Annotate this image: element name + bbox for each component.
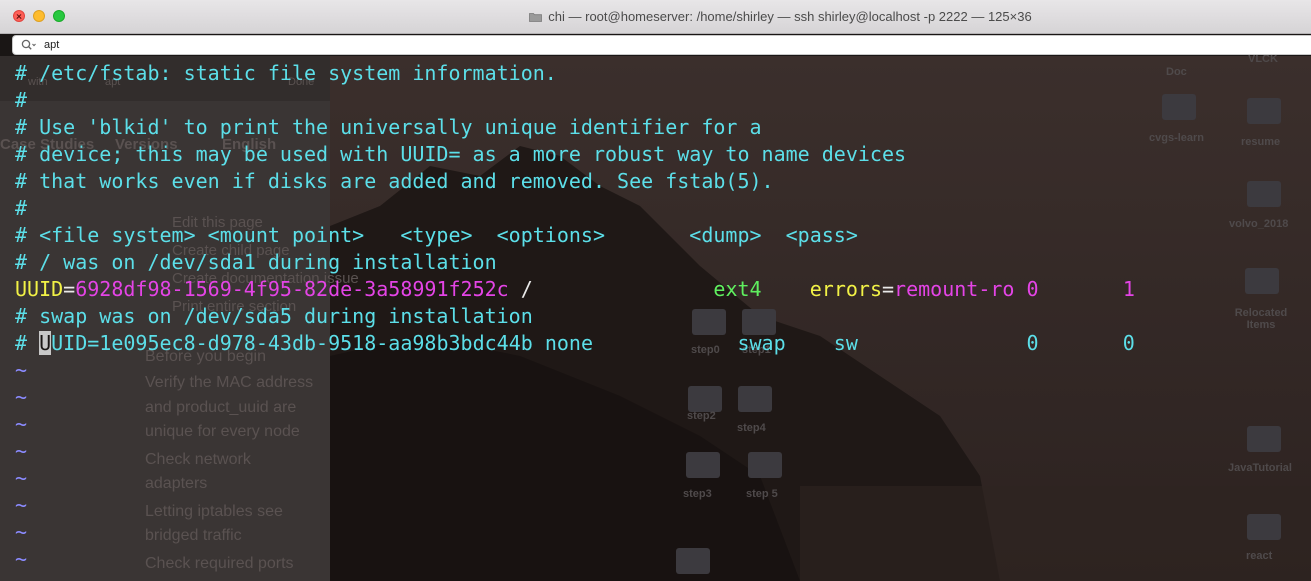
equals-sign: =	[63, 277, 76, 301]
mount-point: /	[508, 277, 714, 301]
terminal-line: # that works even if disks are added and…	[15, 169, 774, 193]
text-cursor: U	[39, 331, 52, 355]
swap-entry-text: UID=1e095ec8-d978-43db-9518-aa98b3bdc44b…	[51, 331, 1135, 355]
folder-icon	[1247, 426, 1281, 452]
empty-line-tilde: ~	[15, 439, 28, 463]
empty-line-tilde: ~	[15, 520, 28, 544]
folder-icon	[1247, 98, 1281, 124]
terminal-line: # Use 'blkid' to print the universally u…	[15, 115, 762, 139]
option-key: errors	[809, 277, 882, 301]
dump-value: 0	[1014, 277, 1039, 301]
title-bar[interactable]: chi — root@homeserver: /home/shirley — s…	[0, 0, 1311, 34]
window-title: chi — root@homeserver: /home/shirley — s…	[548, 9, 1032, 24]
desktop-icon-label: volvo_2018	[1229, 218, 1289, 230]
terminal-line: # swap was on /dev/sda5 during installat…	[15, 304, 533, 328]
search-input[interactable]	[44, 37, 644, 53]
empty-line-tilde: ~	[15, 412, 28, 436]
desktop-icon-label: cvgs-learn	[1149, 132, 1205, 144]
uuid-key: UUID	[15, 277, 64, 301]
pass-value: 1	[1038, 277, 1135, 301]
folder-icon	[1162, 94, 1196, 120]
terminal-line: # device; this may be used with UUID= as…	[15, 142, 907, 166]
terminal-line: #	[15, 88, 28, 112]
empty-line-tilde: ~	[15, 385, 28, 409]
terminal-window: with apt Done Case Studies Versions Engl…	[0, 0, 1311, 581]
uuid-value: 6928df98-1569-4f95-82de-3a58991f252c	[75, 277, 509, 301]
desktop-icon-label: JavaTutorial	[1228, 462, 1292, 474]
fstab-root-entry: UUID=6928df98-1569-4f95-82de-3a58991f252…	[15, 276, 1135, 303]
equals-sign: =	[882, 277, 895, 301]
terminal-line: # <file system> <mount point> <type> <op…	[15, 223, 858, 247]
empty-line-tilde: ~	[15, 547, 28, 571]
empty-line-tilde: ~	[15, 358, 28, 382]
desktop-icon-label: Relocated Items	[1234, 307, 1288, 331]
desktop-icon-label: react	[1246, 550, 1273, 562]
terminal-line: # / was on /dev/sda1 during installation	[15, 250, 497, 274]
desktop-icon-label: Doc	[1166, 66, 1187, 78]
desktop-icon-label: resume	[1241, 136, 1281, 148]
empty-line-tilde: ~	[15, 466, 28, 490]
fs-type: ext4	[713, 277, 762, 301]
option-value: remount-ro	[894, 277, 1015, 301]
empty-line-tilde: ~	[15, 493, 28, 517]
home-folder-icon	[529, 12, 543, 22]
fstab-swap-entry: # UUID=1e095ec8-d978-43db-9518-aa98b3bdc…	[15, 330, 1135, 357]
comment-prefix: #	[15, 331, 40, 355]
search-icon[interactable]	[21, 39, 37, 51]
folder-icon	[1247, 514, 1281, 540]
title-container: chi — root@homeserver: /home/shirley — s…	[0, 0, 1311, 33]
folder-icon	[1247, 181, 1281, 207]
terminal-line: #	[15, 196, 28, 220]
terminal-line: # /etc/fstab: static file system informa…	[15, 61, 557, 85]
find-bar[interactable]	[12, 35, 1311, 55]
terminal-content[interactable]: # /etc/fstab: static file system informa…	[15, 60, 1135, 573]
folder-icon	[1245, 268, 1279, 294]
